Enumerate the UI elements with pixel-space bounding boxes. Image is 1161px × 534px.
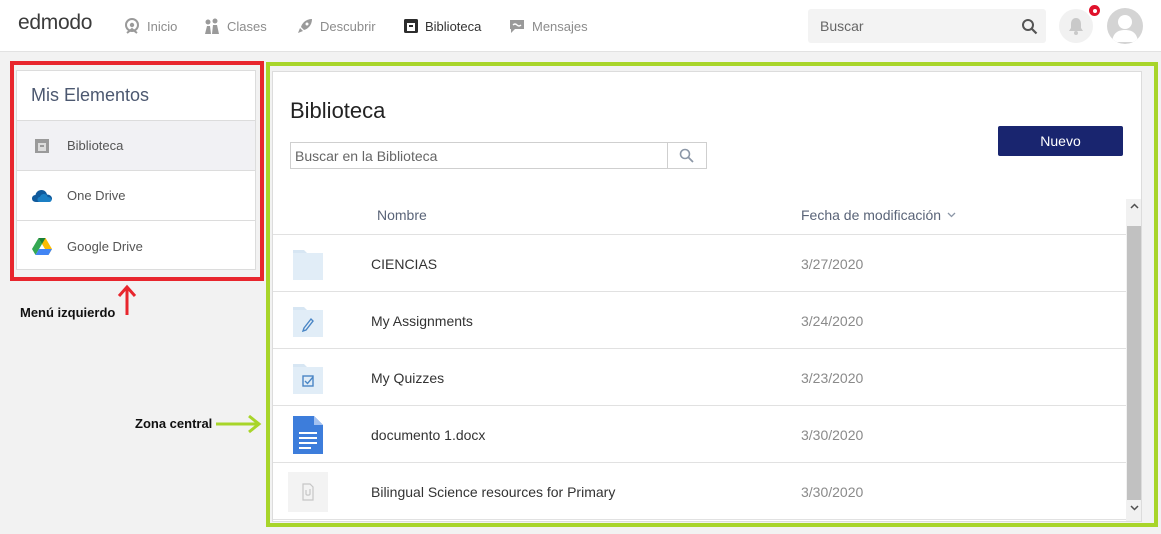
nav-descubrir-label: Descubrir: [320, 18, 376, 34]
column-header-date-label: Fecha de modificación: [801, 207, 942, 223]
google-doc-icon: [288, 415, 328, 455]
library-search-input[interactable]: [291, 143, 668, 168]
top-navigation-bar: edmodo Inicio Clases Descubrir Bibliotec…: [0, 0, 1161, 52]
rocket-icon: [298, 19, 312, 33]
nav-mensajes[interactable]: Mensajes: [508, 16, 588, 36]
center-zone-annotation: Zona central: [135, 416, 213, 431]
file-name[interactable]: CIENCIAS: [371, 256, 437, 272]
nav-clases-label: Clases: [227, 18, 267, 34]
my-items-title: Mis Elementos: [17, 71, 255, 121]
file-name[interactable]: documento 1.docx: [371, 427, 485, 443]
sidebar-item-label: Google Drive: [67, 238, 143, 254]
scroll-down-arrow-icon[interactable]: [1130, 505, 1139, 511]
sidebar-item-google-drive[interactable]: Google Drive: [17, 221, 255, 271]
nav-descubrir[interactable]: Descubrir: [296, 16, 376, 36]
user-icon: [1112, 15, 1138, 42]
vertical-scrollbar[interactable]: [1126, 199, 1141, 521]
nav-mensajes-label: Mensajes: [532, 18, 588, 34]
table-header: Nombre Fecha de modificación: [273, 199, 1126, 235]
notification-badge: [1087, 3, 1102, 18]
nav-biblioteca[interactable]: Biblioteca: [403, 16, 481, 36]
table-row[interactable]: My Quizzes 3/23/2020: [273, 349, 1126, 406]
onedrive-cloud-icon: [31, 185, 53, 207]
sidebar-item-onedrive[interactable]: One Drive: [17, 171, 255, 221]
sidebar-item-label: One Drive: [67, 188, 126, 203]
left-menu-annotation: Menú izquierdo: [20, 305, 116, 320]
file-date: 3/23/2020: [801, 370, 864, 386]
file-date: 3/24/2020: [801, 313, 864, 329]
bell-icon: [1069, 18, 1083, 35]
library-box-icon: [31, 135, 53, 157]
table-row[interactable]: documento 1.docx 3/30/2020: [273, 406, 1126, 463]
table-row[interactable]: Bilingual Science resources for Primary …: [273, 463, 1126, 520]
right-arrow-annotation-icon: [216, 414, 262, 434]
sidebar-item-label: Biblioteca: [67, 138, 124, 153]
home-icon: [125, 18, 139, 34]
resource-file-icon: [288, 472, 328, 512]
table-row[interactable]: My Assignments 3/24/2020: [273, 292, 1126, 349]
library-search: [290, 142, 707, 169]
column-header-name[interactable]: Nombre: [377, 207, 427, 223]
library-icon: [404, 19, 418, 33]
search-icon[interactable]: [1021, 18, 1038, 35]
file-date: 3/27/2020: [801, 256, 864, 272]
search-icon[interactable]: [679, 148, 694, 163]
library-main-panel: Biblioteca Nuevo Nombre Fecha de modific…: [272, 71, 1142, 522]
nav-inicio[interactable]: Inicio: [123, 16, 177, 36]
folder-icon: [288, 244, 328, 284]
message-icon: [510, 20, 524, 33]
column-header-date[interactable]: Fecha de modificación: [801, 207, 956, 223]
new-button[interactable]: Nuevo: [998, 126, 1123, 156]
page-title: Biblioteca: [290, 98, 386, 123]
edmodo-logo[interactable]: edmodo: [18, 11, 92, 35]
file-name[interactable]: Bilingual Science resources for Primary: [371, 484, 615, 500]
file-name[interactable]: My Assignments: [371, 313, 473, 329]
quiz-folder-icon: [288, 358, 328, 398]
file-date: 3/30/2020: [801, 484, 864, 500]
my-items-panel: Mis Elementos Biblioteca One Drive Googl…: [16, 70, 256, 270]
global-search: [808, 9, 1046, 43]
assignment-folder-icon: [288, 301, 328, 341]
up-arrow-annotation-icon: [117, 284, 137, 315]
table-row[interactable]: CIENCIAS 3/27/2020: [273, 235, 1126, 292]
global-search-input[interactable]: [808, 9, 1008, 43]
file-name[interactable]: My Quizzes: [371, 370, 444, 386]
nav-biblioteca-label: Biblioteca: [425, 18, 482, 34]
user-avatar[interactable]: [1107, 8, 1143, 44]
chevron-down-icon: [947, 212, 956, 218]
file-date: 3/30/2020: [801, 427, 864, 443]
scrollbar-thumb[interactable]: [1127, 226, 1141, 500]
classes-icon: [205, 18, 219, 34]
google-drive-icon: [31, 235, 53, 257]
sidebar-item-biblioteca[interactable]: Biblioteca: [17, 121, 255, 171]
scroll-up-arrow-icon[interactable]: [1130, 203, 1139, 209]
nav-inicio-label: Inicio: [147, 18, 178, 34]
nav-clases[interactable]: Clases: [203, 16, 267, 36]
